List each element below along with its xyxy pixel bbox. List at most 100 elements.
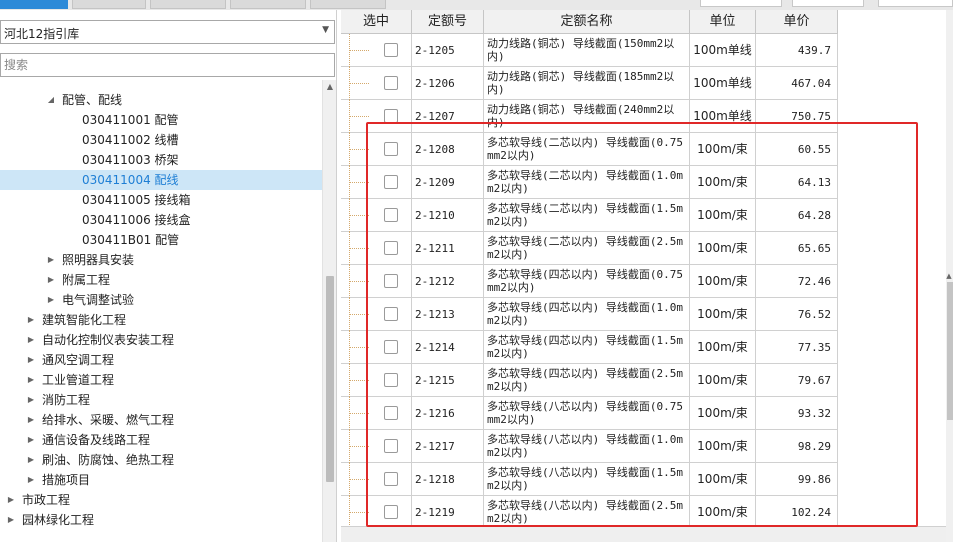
collapsed-arrow-icon[interactable]: ▶ xyxy=(26,350,36,370)
tree-item-label: 措施项目 xyxy=(42,473,91,487)
code-cell: 2-1216 xyxy=(412,397,484,430)
select-checkbox[interactable] xyxy=(384,274,398,288)
select-checkbox[interactable] xyxy=(384,505,398,519)
tab-3[interactable] xyxy=(150,0,226,9)
tree-item[interactable]: ▶ 建筑智能化工程 xyxy=(0,310,322,330)
library-select[interactable]: 河北12指引库 ▼ xyxy=(0,20,335,44)
select-checkbox[interactable] xyxy=(384,439,398,453)
tree-item[interactable]: ▶ 给排水、采暖、燃气工程 xyxy=(0,410,322,430)
price-cell: 76.52 xyxy=(756,298,838,331)
top-field-1[interactable] xyxy=(700,0,782,7)
tab-active[interactable] xyxy=(0,0,68,9)
tree-item[interactable]: 030411B01 配管 xyxy=(0,230,322,250)
table-row[interactable]: 2-1219 多芯软导线(八芯以内) 导线截面(2.5mm2以内) 100m/束 10… xyxy=(341,496,838,526)
collapsed-arrow-icon[interactable]: ▶ xyxy=(26,450,36,470)
tree-item[interactable]: 030411003 桥架 xyxy=(0,150,322,170)
header-name[interactable]: 定额名称 xyxy=(484,10,690,34)
price-cell: 60.55 xyxy=(756,133,838,166)
tree-item[interactable]: ▶ 自动化控制仪表安装工程 xyxy=(0,330,322,350)
table-row[interactable]: 2-1205 动力线路(铜芯) 导线截面(150mm2以内) 100m单线 439.7 xyxy=(341,34,838,67)
tree-item[interactable]: ▶ 市政工程 xyxy=(0,490,322,510)
collapsed-arrow-icon[interactable]: ▶ xyxy=(26,370,36,390)
table-row[interactable]: 2-1209 多芯软导线(二芯以内) 导线截面(1.0mm2以内) 100m/束 64… xyxy=(341,166,838,199)
name-cell: 多芯软导线(四芯以内) 导线截面(0.75mm2以内) xyxy=(484,265,690,298)
tree-item[interactable]: ▶ 措施项目 xyxy=(0,470,322,490)
tree-item[interactable]: ▶ 电气调整试验 xyxy=(0,290,322,310)
collapsed-arrow-icon[interactable]: ▶ xyxy=(26,430,36,450)
collapsed-arrow-icon[interactable]: ▶ xyxy=(26,410,36,430)
tree-item[interactable]: ▶ 消防工程 xyxy=(0,390,322,410)
tree-scrollbar-thumb[interactable] xyxy=(326,276,334,482)
unit-cell: 100m/束 xyxy=(690,298,756,331)
price-cell: 102.24 xyxy=(756,496,838,526)
table-row[interactable]: 2-1206 动力线路(铜芯) 导线截面(185mm2以内) 100m单线 467.0… xyxy=(341,67,838,100)
tree-item[interactable]: 030411002 线槽 xyxy=(0,130,322,150)
grid-scrollbar-thumb[interactable] xyxy=(947,282,953,420)
grid-scrollbar[interactable]: ▲ xyxy=(946,10,953,542)
table-row[interactable]: 2-1211 多芯软导线(二芯以内) 导线截面(2.5mm2以内) 100m/束 65… xyxy=(341,232,838,265)
collapsed-arrow-icon[interactable]: ▶ xyxy=(6,490,16,510)
table-row[interactable]: 2-1215 多芯软导线(四芯以内) 导线截面(2.5mm2以内) 100m/束 79… xyxy=(341,364,838,397)
select-checkbox[interactable] xyxy=(384,340,398,354)
scroll-up-icon[interactable]: ▲ xyxy=(323,82,336,91)
table-row[interactable]: 2-1213 多芯软导线(四芯以内) 导线截面(1.0mm2以内) 100m/束 76… xyxy=(341,298,838,331)
grid-header: 选中 定额号 定额名称 单位 单价 xyxy=(341,10,838,34)
tree-item[interactable]: ▶ 附属工程 xyxy=(0,270,322,290)
tree-item[interactable]: 030411004 配线 xyxy=(0,170,322,190)
tree-item[interactable]: ▶ 刷油、防腐蚀、绝热工程 xyxy=(0,450,322,470)
select-checkbox[interactable] xyxy=(384,109,398,123)
tree-item[interactable]: 030411005 接线箱 xyxy=(0,190,322,210)
table-row[interactable]: 2-1207 动力线路(铜芯) 导线截面(240mm2以内) 100m单线 750.7… xyxy=(341,100,838,133)
table-row[interactable]: 2-1217 多芯软导线(八芯以内) 导线截面(1.0mm2以内) 100m/束 98… xyxy=(341,430,838,463)
select-checkbox[interactable] xyxy=(384,175,398,189)
tree-item[interactable]: ▶ 照明器具安装 xyxy=(0,250,322,270)
expanded-arrow-icon[interactable]: ◢ xyxy=(46,90,56,110)
top-field-2[interactable] xyxy=(792,0,864,7)
select-checkbox[interactable] xyxy=(384,142,398,156)
table-row[interactable]: 2-1212 多芯软导线(四芯以内) 导线截面(0.75mm2以内) 100m/束 7… xyxy=(341,265,838,298)
search-input[interactable] xyxy=(0,53,335,77)
collapsed-arrow-icon[interactable]: ▶ xyxy=(26,310,36,330)
table-row[interactable]: 2-1208 多芯软导线(二芯以内) 导线截面(0.75mm2以内) 100m/束 6… xyxy=(341,133,838,166)
unit-cell: 100m/束 xyxy=(690,199,756,232)
select-checkbox[interactable] xyxy=(384,76,398,90)
scroll-up-icon[interactable]: ▲ xyxy=(945,272,953,280)
top-field-3[interactable] xyxy=(878,0,953,7)
collapsed-arrow-icon[interactable]: ▶ xyxy=(6,510,16,530)
table-row[interactable]: 2-1216 多芯软导线(八芯以内) 导线截面(0.75mm2以内) 100m/束 9… xyxy=(341,397,838,430)
tree-item[interactable]: 030411006 接线盒 xyxy=(0,210,322,230)
select-checkbox[interactable] xyxy=(384,307,398,321)
unit-cell: 100m/束 xyxy=(690,133,756,166)
price-cell: 93.32 xyxy=(756,397,838,430)
tree-item[interactable]: ◢ 配管、配线 xyxy=(0,90,322,110)
tree-scrollbar[interactable]: ▲ xyxy=(322,80,336,542)
unit-cell: 100m单线 xyxy=(690,100,756,133)
table-row[interactable]: 2-1210 多芯软导线(二芯以内) 导线截面(1.5mm2以内) 100m/束 64… xyxy=(341,199,838,232)
tree-item[interactable]: ▶ 通信设备及线路工程 xyxy=(0,430,322,450)
collapsed-arrow-icon[interactable]: ▶ xyxy=(26,390,36,410)
collapsed-arrow-icon[interactable]: ▶ xyxy=(26,330,36,350)
tree-item[interactable]: ▶ 通风空调工程 xyxy=(0,350,322,370)
collapsed-arrow-icon[interactable]: ▶ xyxy=(46,290,56,310)
table-row[interactable]: 2-1214 多芯软导线(四芯以内) 导线截面(1.5mm2以内) 100m/束 77… xyxy=(341,331,838,364)
header-select[interactable]: 选中 xyxy=(341,10,412,34)
select-checkbox[interactable] xyxy=(384,373,398,387)
tree-item[interactable]: ▶ 工业管道工程 xyxy=(0,370,322,390)
tree-item[interactable]: ▶ 园林绿化工程 xyxy=(0,510,322,530)
select-checkbox[interactable] xyxy=(384,241,398,255)
tab-4[interactable] xyxy=(230,0,306,9)
collapsed-arrow-icon[interactable]: ▶ xyxy=(46,270,56,290)
tab-2[interactable] xyxy=(72,0,146,9)
table-row[interactable]: 2-1218 多芯软导线(八芯以内) 导线截面(1.5mm2以内) 100m/束 99… xyxy=(341,463,838,496)
select-checkbox[interactable] xyxy=(384,43,398,57)
header-unit[interactable]: 单位 xyxy=(690,10,756,34)
tree-item[interactable]: 030411001 配管 xyxy=(0,110,322,130)
select-checkbox[interactable] xyxy=(384,406,398,420)
header-code[interactable]: 定额号 xyxy=(412,10,484,34)
select-checkbox[interactable] xyxy=(384,208,398,222)
tab-5[interactable] xyxy=(310,0,386,9)
header-price[interactable]: 单价 xyxy=(756,10,838,34)
select-checkbox[interactable] xyxy=(384,472,398,486)
collapsed-arrow-icon[interactable]: ▶ xyxy=(46,250,56,270)
collapsed-arrow-icon[interactable]: ▶ xyxy=(26,470,36,490)
